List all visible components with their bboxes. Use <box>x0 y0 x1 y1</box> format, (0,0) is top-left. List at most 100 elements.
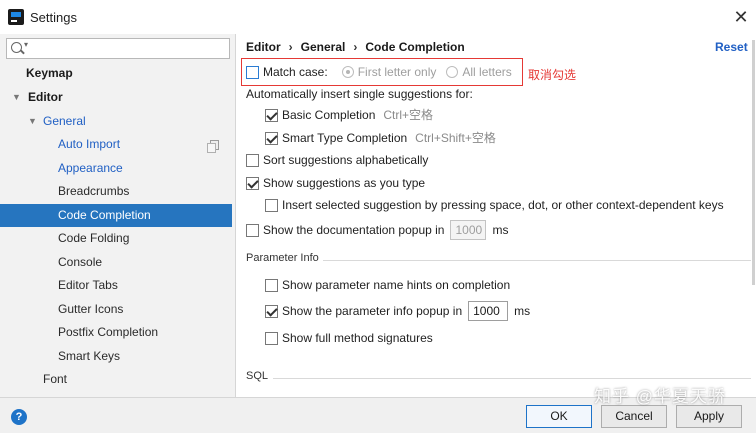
full-signatures-row: Show full method signatures <box>265 329 433 347</box>
show-as-you-type-row: Show suggestions as you type <box>246 174 425 192</box>
sidebar-item-label: Gutter Icons <box>58 302 124 316</box>
intellij-app-icon <box>8 9 24 25</box>
insert-selected-label: Insert selected suggestion by pressing s… <box>282 198 724 212</box>
search-icon <box>11 42 22 53</box>
basic-completion-shortcut: Ctrl+空格 <box>383 108 434 122</box>
cancel-button[interactable]: Cancel <box>601 405 667 428</box>
sort-alphabetically-label: Sort suggestions alphabetically <box>263 153 429 167</box>
sidebar-item-editor-tabs[interactable]: Editor Tabs <box>0 274 232 297</box>
insert-selected-checkbox[interactable] <box>265 198 278 212</box>
smart-type-completion-checkbox[interactable] <box>265 131 278 145</box>
sidebar-item-breadcrumbs[interactable]: Breadcrumbs <box>0 180 232 203</box>
match-case-row: Match case: First letter only All letter… <box>246 63 512 81</box>
settings-sidebar: ▾ Keymap ▼ Editor ▼ General Auto Import … <box>0 34 236 397</box>
sidebar-item-code-completion[interactable]: Code Completion <box>0 204 232 227</box>
breadcrumb: Editor › General › Code Completion <box>246 40 465 54</box>
param-info-popup-row: Show the parameter info popup in ms <box>265 300 530 322</box>
parameter-info-section-title: Parameter Info <box>246 252 319 264</box>
sidebar-item-label: Editor <box>28 90 63 104</box>
sidebar-item-code-folding[interactable]: Code Folding <box>0 227 232 250</box>
sidebar-item-label: Keymap <box>26 66 73 80</box>
doc-popup-row: Show the documentation popup in ms <box>246 220 508 240</box>
param-name-hints-label: Show parameter name hints on completion <box>282 278 511 292</box>
title-bar: Settings ✕ <box>0 0 756 34</box>
section-divider <box>273 378 751 379</box>
full-signatures-checkbox[interactable] <box>265 331 278 345</box>
auto-insert-heading: Automatically insert single suggestions … <box>246 85 473 103</box>
sidebar-item-keymap[interactable]: Keymap <box>0 62 232 85</box>
sidebar-item-console[interactable]: Console <box>0 251 232 274</box>
sidebar-item-label: Code Folding <box>58 231 130 245</box>
sidebar-item-label: General <box>43 114 86 128</box>
smart-type-completion-shortcut: Ctrl+Shift+空格 <box>415 131 496 145</box>
sidebar-item-label: Smart Keys <box>58 349 121 363</box>
chevron-down-icon[interactable]: ▼ <box>28 110 37 133</box>
sidebar-item-editor[interactable]: ▼ Editor <box>0 86 232 109</box>
window-title: Settings <box>30 10 77 25</box>
sidebar-item-smart-keys[interactable]: Smart Keys <box>0 345 232 368</box>
param-name-hints-checkbox[interactable] <box>265 278 278 292</box>
reset-link[interactable]: Reset <box>715 40 748 54</box>
param-info-popup-label: Show the parameter info popup in <box>282 304 463 318</box>
auto-insert-heading-text: Automatically insert single suggestions … <box>246 87 473 101</box>
sql-section-title: SQL <box>246 370 269 382</box>
show-as-you-type-label: Show suggestions as you type <box>263 176 426 190</box>
doc-popup-delay-input[interactable] <box>450 220 487 240</box>
settings-search-input[interactable]: ▾ <box>6 38 230 59</box>
sidebar-item-postfix-completion[interactable]: Postfix Completion <box>0 321 232 344</box>
sidebar-item-label: Appearance <box>58 161 123 175</box>
doc-popup-checkbox[interactable] <box>246 223 259 237</box>
all-letters-radio[interactable] <box>446 66 459 78</box>
basic-completion-row: Basic Completion Ctrl+空格 <box>265 106 433 124</box>
full-signatures-label: Show full method signatures <box>282 331 433 345</box>
sidebar-item-auto-import[interactable]: Auto Import <box>0 133 232 156</box>
breadcrumb-item[interactable]: Editor <box>246 40 281 54</box>
chevron-down-icon[interactable]: ▼ <box>12 86 21 109</box>
settings-content: Editor › General › Code Completion Reset 取消勾… <box>237 34 756 397</box>
doc-popup-unit: ms <box>492 223 509 237</box>
all-letters-label: All letters <box>462 65 512 79</box>
copy-project-icon <box>207 140 219 153</box>
smart-type-completion-label: Smart Type Completion <box>282 131 408 145</box>
sidebar-item-label: Editor Tabs <box>58 278 118 292</box>
show-as-you-type-checkbox[interactable] <box>246 176 259 190</box>
match-case-label: Match case: <box>263 65 328 79</box>
insert-selected-row: Insert selected suggestion by pressing s… <box>265 196 724 214</box>
breadcrumb-separator: › <box>353 40 358 54</box>
first-letter-only-radio[interactable] <box>341 66 354 78</box>
param-info-popup-unit: ms <box>514 304 531 318</box>
sidebar-item-label: Console <box>58 255 103 269</box>
content-scrollbar[interactable] <box>752 40 755 285</box>
param-name-hints-row: Show parameter name hints on completion <box>265 276 510 294</box>
sort-alphabetically-row: Sort suggestions alphabetically <box>246 151 428 169</box>
breadcrumb-item: Code Completion <box>365 40 465 54</box>
sort-alphabetically-checkbox[interactable] <box>246 153 259 167</box>
section-divider <box>323 260 751 261</box>
doc-popup-label: Show the documentation popup in <box>263 223 445 237</box>
param-info-popup-checkbox[interactable] <box>265 304 278 318</box>
chevron-down-icon: ▾ <box>24 40 29 49</box>
sidebar-item-label: Postfix Completion <box>58 325 159 339</box>
smart-type-completion-row: Smart Type Completion Ctrl+Shift+空格 <box>265 129 496 147</box>
basic-completion-checkbox[interactable] <box>265 108 278 122</box>
breadcrumb-separator: › <box>288 40 293 54</box>
basic-completion-label: Basic Completion <box>282 108 376 122</box>
help-icon[interactable]: ? <box>11 409 27 425</box>
sidebar-item-font[interactable]: Font <box>0 368 232 391</box>
sidebar-item-label: Auto Import <box>58 137 121 151</box>
breadcrumb-item[interactable]: General <box>301 40 346 54</box>
sidebar-item-appearance[interactable]: Appearance <box>0 157 232 180</box>
annotation-text: 取消勾选 <box>528 68 577 82</box>
sidebar-item-gutter-icons[interactable]: Gutter Icons <box>0 298 232 321</box>
first-letter-only-label: First letter only <box>357 65 437 79</box>
param-info-delay-input[interactable] <box>468 301 509 321</box>
apply-button[interactable]: Apply <box>676 405 742 428</box>
sidebar-item-general[interactable]: ▼ General <box>0 110 232 133</box>
sidebar-item-label: Breadcrumbs <box>58 184 130 198</box>
dialog-footer: ? OK Cancel Apply <box>0 397 756 433</box>
sidebar-item-label: Code Completion <box>58 208 151 222</box>
close-button[interactable]: ✕ <box>728 4 754 30</box>
match-case-checkbox[interactable] <box>246 65 259 79</box>
sidebar-item-label: Font <box>43 372 68 386</box>
ok-button[interactable]: OK <box>526 405 592 428</box>
